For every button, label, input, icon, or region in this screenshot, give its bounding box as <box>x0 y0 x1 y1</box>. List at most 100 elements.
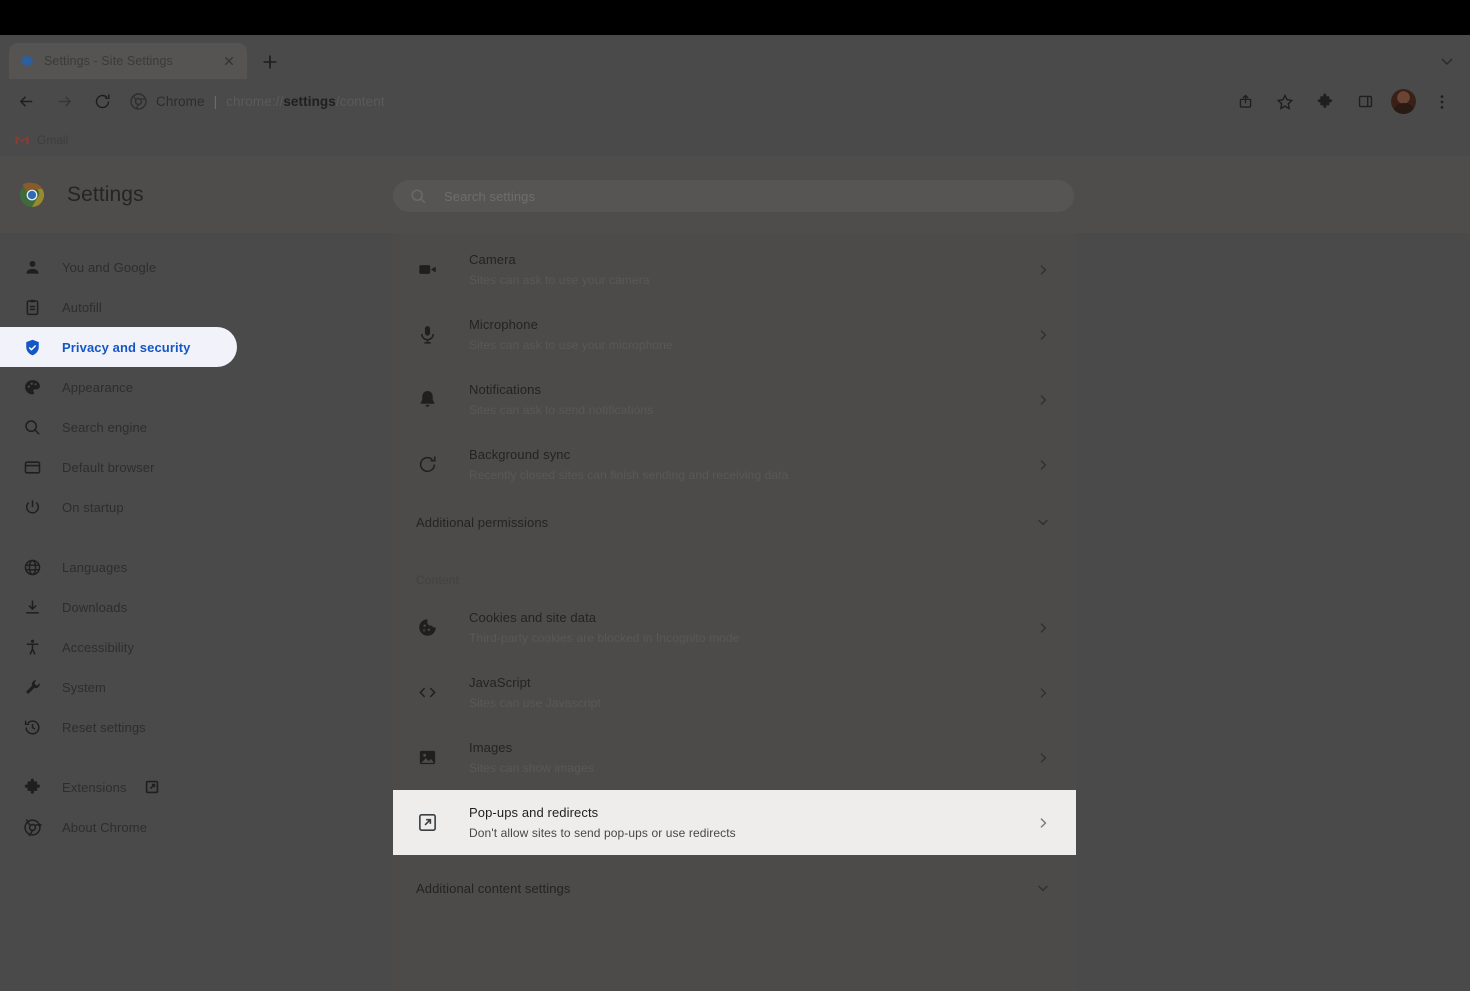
history-restore-icon <box>22 717 42 737</box>
sidebar-item-downloads[interactable]: Downloads <box>0 587 393 627</box>
star-icon[interactable] <box>1270 87 1300 117</box>
chevron-right-icon <box>1034 326 1052 344</box>
sidebar-item-privacy-and-security[interactable]: Privacy and security <box>0 327 237 367</box>
sidebar-item-accessibility[interactable]: Accessibility <box>0 627 393 667</box>
back-button[interactable] <box>12 88 40 116</box>
sidebar-item-system[interactable]: System <box>0 667 393 707</box>
profile-avatar[interactable] <box>1391 89 1416 114</box>
browser-tab-settings[interactable]: Settings - Site Settings <box>9 43 247 79</box>
setting-title: Background sync <box>469 446 571 462</box>
download-icon <box>22 597 42 617</box>
expander-label: Additional content settings <box>416 880 571 896</box>
palette-icon <box>22 377 42 397</box>
chevron-right-icon <box>1034 684 1052 702</box>
setting-row-text: Images Sites can show images <box>469 739 1034 777</box>
sidebar-item-search-engine[interactable]: Search engine <box>0 407 393 447</box>
search-input[interactable]: Search settings <box>444 189 535 204</box>
chevron-right-icon <box>1034 391 1052 409</box>
search-settings-box[interactable]: Search settings <box>393 180 1074 212</box>
bookmark-gmail[interactable]: Gmail <box>14 132 68 148</box>
external-link-icon <box>145 780 159 794</box>
sidebar-item-autofill[interactable]: Autofill <box>0 287 393 327</box>
three-dot-menu-icon[interactable] <box>1427 87 1457 117</box>
sidebar-item-label: About Chrome <box>62 819 148 835</box>
omnibox-chip-label: Chrome <box>156 94 205 109</box>
sync-icon <box>416 454 438 476</box>
setting-subtitle: Sites can ask to use your microphone <box>469 337 673 352</box>
sidebar-item-languages[interactable]: Languages <box>0 547 393 587</box>
sidebar-item-label: Privacy and security <box>62 339 191 355</box>
setting-row-camera[interactable]: Camera Sites can ask to use your camera <box>393 237 1076 302</box>
sidebar-item-label: Languages <box>62 559 128 575</box>
chrome-logo-icon <box>130 93 147 110</box>
setting-subtitle: Sites can show images <box>469 760 594 775</box>
bookmarks-bar: Gmail <box>0 124 1470 156</box>
setting-row-microphone[interactable]: Microphone Sites can ask to use your mic… <box>393 302 1076 367</box>
setting-subtitle: Sites can ask to use your camera <box>469 272 650 287</box>
bookmark-label: Gmail <box>37 133 69 147</box>
setting-subtitle: Don't allow sites to send pop-ups or use… <box>469 825 736 840</box>
cookie-icon <box>416 617 438 639</box>
omnibox-separator: | <box>213 94 218 109</box>
tab-search-chevron-down-icon[interactable] <box>1436 50 1458 72</box>
search-icon <box>22 417 42 437</box>
sidebar-item-you-and-google[interactable]: You and Google <box>0 247 393 287</box>
setting-subtitle: Sites can ask to send notifications <box>469 402 654 417</box>
setting-title: Notifications <box>469 381 542 397</box>
sidebar-item-label: Autofill <box>62 299 102 315</box>
chevron-right-icon <box>1034 456 1052 474</box>
sidebar-item-label: Accessibility <box>62 639 135 655</box>
code-brackets-icon <box>416 682 438 704</box>
settings-page: Settings Search settings You and Google <box>0 156 1470 991</box>
setting-title: Camera <box>469 251 516 267</box>
setting-subtitle: Recently closed sites can finish sending… <box>469 467 789 482</box>
sidebar-item-label: Appearance <box>62 379 134 395</box>
image-icon <box>416 747 438 769</box>
chevron-right-icon <box>1034 814 1052 832</box>
sidebar-item-label: Default browser <box>62 459 155 475</box>
setting-title: JavaScript <box>469 674 531 690</box>
sidebar-item-extensions[interactable]: Extensions <box>0 767 393 807</box>
new-tab-button[interactable] <box>257 49 283 75</box>
setting-row-background-sync[interactable]: Background sync Recently closed sites ca… <box>393 432 1076 497</box>
sidebar-item-reset-settings[interactable]: Reset settings <box>0 707 393 747</box>
browser-window-icon <box>22 457 42 477</box>
setting-row-images[interactable]: Images Sites can show images <box>393 725 1076 790</box>
sidebar-item-appearance[interactable]: Appearance <box>0 367 393 407</box>
puzzle-extensions-icon[interactable] <box>1310 87 1340 117</box>
accessibility-icon <box>22 637 42 657</box>
external-link-icon <box>416 812 438 834</box>
forward-button[interactable] <box>50 88 78 116</box>
expander-label: Additional permissions <box>416 514 549 530</box>
setting-row-cookies-and-site-data[interactable]: Cookies and site data Third-party cookie… <box>393 595 1076 660</box>
sidebar-item-label: On startup <box>62 499 124 515</box>
setting-subtitle: Sites can use Javascript <box>469 695 601 710</box>
sidebar-item-default-browser[interactable]: Default browser <box>0 447 393 487</box>
expander-additional-content-settings[interactable]: Additional content settings <box>393 863 1076 913</box>
side-panel-icon[interactable] <box>1350 87 1380 117</box>
os-top-bar <box>0 0 1470 35</box>
reload-button[interactable] <box>88 88 116 116</box>
setting-row-pop-ups-and-redirects[interactable]: Pop-ups and redirects Don't allow sites … <box>393 790 1076 855</box>
sidebar-item-about-chrome[interactable]: About Chrome <box>0 807 393 847</box>
video-camera-icon <box>416 259 438 281</box>
sidebar-item-label: Search engine <box>62 419 148 435</box>
settings-content-card: Camera Sites can ask to use your camera … <box>393 233 1076 991</box>
globe-icon <box>22 557 42 577</box>
address-bar[interactable]: Chrome | chrome://settings/content <box>130 87 1215 117</box>
page-title: Settings <box>67 182 144 206</box>
sidebar-item-label: Downloads <box>62 599 128 615</box>
setting-row-javascript[interactable]: JavaScript Sites can use Javascript <box>393 660 1076 725</box>
gear-icon <box>19 53 35 69</box>
omnibox-url: chrome://settings/content <box>226 94 385 109</box>
setting-row-text: Pop-ups and redirects Don't allow sites … <box>469 804 1034 842</box>
power-icon <box>22 497 42 517</box>
setting-row-notifications[interactable]: Notifications Sites can ask to send noti… <box>393 367 1076 432</box>
share-icon[interactable] <box>1230 87 1260 117</box>
expander-additional-permissions[interactable]: Additional permissions <box>393 497 1076 547</box>
sidebar-item-on-startup[interactable]: On startup <box>0 487 393 527</box>
chevron-down-icon <box>1034 879 1052 897</box>
sidebar-item-label: Reset settings <box>62 719 146 735</box>
wrench-icon <box>22 677 42 697</box>
close-icon[interactable] <box>221 53 237 69</box>
